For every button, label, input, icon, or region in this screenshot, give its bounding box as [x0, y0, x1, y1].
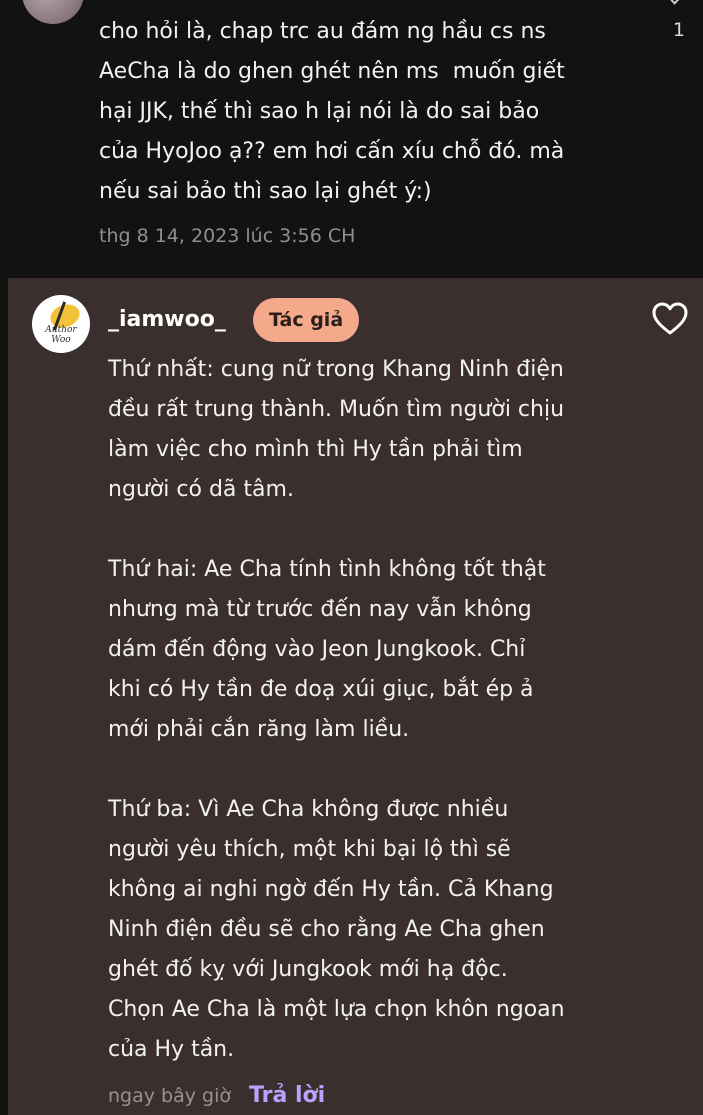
author-reply: Author Woo _iamwoo_ Tác giả Thứ nhất: cu… — [8, 278, 703, 1115]
like-count: 1 — [672, 19, 685, 41]
reply-text: Thứ nhất: cung nữ trong Khang Ninh điện … — [108, 357, 565, 1062]
like-button[interactable] — [651, 302, 689, 336]
comment-timestamp: thg 8 14, 2023 lúc 3:56 CH — [99, 225, 356, 247]
reply-timestamp: ngay bây giờ — [108, 1085, 231, 1107]
heart-outline-icon — [652, 302, 688, 335]
avatar-signature: Author Woo — [45, 325, 77, 345]
reply-footer: ngay bây giờ Trả lời — [108, 1078, 325, 1114]
chevron-icon[interactable] — [670, 0, 682, 5]
author-badge: Tác giả — [253, 298, 360, 342]
parent-comment: cho hỏi là, chap trc au đám ng hầu cs ns… — [0, 0, 703, 278]
comment-text: cho hỏi là, chap trc au đám ng hầu cs ns… — [99, 19, 565, 204]
reply-button[interactable]: Trả lời — [249, 1083, 325, 1108]
avatar[interactable]: Author Woo — [32, 295, 90, 353]
avatar[interactable] — [22, 0, 84, 24]
username[interactable]: _iamwoo_ — [108, 300, 226, 340]
